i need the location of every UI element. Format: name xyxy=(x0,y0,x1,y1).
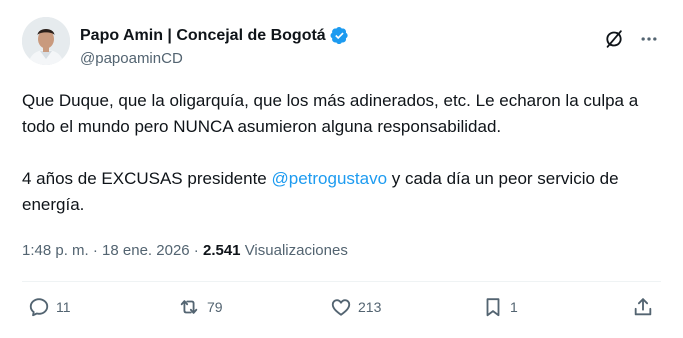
author-display-name[interactable]: Papo Amin | Concejal de Bogotá xyxy=(80,27,326,45)
views-label: Visualizaciones xyxy=(244,242,348,259)
tweet-time[interactable]: 1:48 p. m. xyxy=(22,242,89,259)
tweet-paragraph-2: 4 años de EXCUSAS presidente @petrogusta… xyxy=(22,166,662,218)
mention-link[interactable]: @petrogustavo xyxy=(271,169,387,188)
like-icon xyxy=(331,299,351,316)
more-icon[interactable] xyxy=(639,29,659,49)
reply-icon xyxy=(29,298,49,317)
tweet-action-bar: 11 79 213 1 xyxy=(0,296,683,326)
bookmark-count: 1 xyxy=(510,299,518,315)
tweet-text: Que Duque, que la oligarquía, que los má… xyxy=(22,88,662,218)
views-count: 2.541 xyxy=(202,242,241,259)
author-name-row: Papo Amin | Concejal de Bogotá xyxy=(80,26,349,45)
verified-badge-icon[interactable] xyxy=(330,26,349,45)
repost-button[interactable]: 79 xyxy=(177,296,223,318)
avatar[interactable] xyxy=(22,17,70,65)
tweet-meta: 1:48 p. m. · 18 ene. 2026 · 2.541 Visual… xyxy=(22,242,348,259)
tweet-card: Papo Amin | Concejal de Bogotá @papoamin… xyxy=(0,0,683,338)
tweet-paragraph-1: Que Duque, que la oligarquía, que los má… xyxy=(22,91,639,136)
like-count: 213 xyxy=(358,299,382,315)
tweet-top-actions xyxy=(603,28,659,50)
share-icon xyxy=(634,298,652,316)
reply-count: 11 xyxy=(56,299,71,315)
meta-separator: · xyxy=(88,242,103,259)
tweet-date[interactable]: 18 ene. 2026 xyxy=(102,242,190,259)
bookmark-button[interactable]: 1 xyxy=(482,296,518,318)
bookmark-icon xyxy=(486,298,500,317)
reply-button[interactable]: 11 xyxy=(28,296,71,318)
repost-count: 79 xyxy=(207,299,223,315)
share-button[interactable] xyxy=(632,296,654,318)
author-handle[interactable]: @papoaminCD xyxy=(80,50,183,67)
meta-separator: · xyxy=(189,242,203,259)
grok-icon[interactable] xyxy=(603,28,625,50)
tweet-text-segment: 4 años de EXCUSAS presidente xyxy=(22,169,272,188)
repost-icon xyxy=(180,300,198,314)
like-button[interactable]: 213 xyxy=(330,296,381,318)
divider xyxy=(22,281,661,282)
